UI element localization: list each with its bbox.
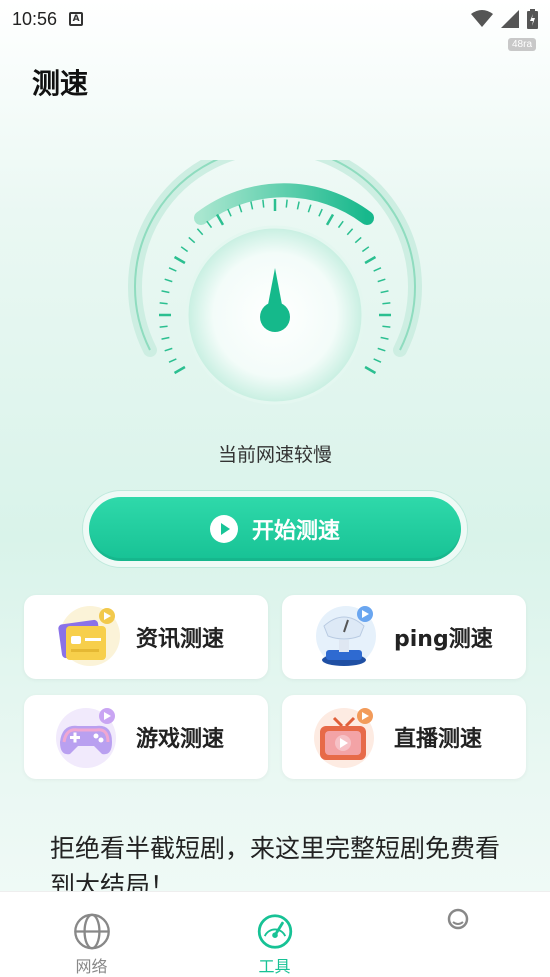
gauge-tick	[318, 208, 323, 217]
gauge-tick	[168, 267, 177, 272]
tool-card-ping[interactable]: ping测速	[282, 595, 526, 679]
gauge-tick	[215, 213, 225, 226]
status-time: 10:56	[12, 8, 58, 29]
start-test-label: 开始测速	[251, 519, 340, 544]
gauge-tick	[373, 358, 382, 363]
gauge-tick	[168, 358, 177, 363]
status-badge: 48ra	[507, 38, 536, 51]
gauge-tick	[173, 255, 186, 265]
gauge-tick	[173, 365, 186, 375]
gauge-tick	[161, 336, 170, 340]
tool-card-live[interactable]: 直播测速	[282, 695, 526, 779]
status-icons	[471, 9, 538, 29]
gauge-tick	[373, 267, 382, 272]
gauge-tick	[196, 228, 204, 236]
tool-card-game[interactable]: 游戏测速	[24, 695, 268, 779]
gauge-tick	[262, 199, 265, 208]
play-icon	[209, 515, 238, 543]
tool-label-live: 直播测速	[394, 727, 483, 752]
gauge-tick	[346, 228, 354, 236]
gauge-tick	[382, 302, 391, 305]
tv-live-icon	[314, 708, 374, 768]
gauge-tick	[285, 199, 288, 208]
gauge-tick	[250, 201, 254, 210]
signal-icon	[501, 10, 519, 28]
tab-network[interactable]: 网络	[0, 892, 183, 977]
gauge-tick	[296, 201, 300, 210]
gauge-tick	[361, 246, 370, 253]
gauge-tick	[164, 347, 173, 352]
gauge-tick	[227, 208, 232, 217]
globe-icon	[73, 913, 110, 950]
tab-tools[interactable]: 工具	[183, 892, 366, 977]
tool-label-news: 资讯测速	[136, 627, 225, 652]
gamepad-icon	[56, 708, 116, 768]
page-title: 测速	[32, 67, 89, 100]
status-bar: 10:56 A	[0, 0, 550, 38]
gauge-tick	[380, 290, 389, 294]
news-card-icon	[58, 606, 120, 666]
gauge-tick	[377, 278, 386, 283]
gauge-tick	[354, 236, 362, 244]
tab-tools-label: 工具	[258, 957, 291, 976]
gauge-tick	[159, 302, 168, 305]
notification-icon: A	[69, 12, 84, 26]
gauge-tick	[161, 290, 170, 294]
gauge-tick	[325, 213, 335, 226]
gauge-tick	[364, 255, 377, 265]
scale-ping-icon	[316, 606, 376, 666]
gauge-tick	[206, 220, 213, 229]
gauge-tick	[380, 336, 389, 340]
gauge-tick	[382, 325, 391, 328]
gauge-tick	[164, 278, 173, 283]
start-test-button[interactable]: 开始测速	[89, 497, 461, 561]
tool-card-news[interactable]: 资讯测速	[24, 595, 268, 679]
gauge-tick	[337, 220, 344, 229]
tool-label-game: 游戏测速	[136, 727, 225, 752]
speed-gauge	[128, 160, 422, 405]
start-button-frame: 开始测速	[82, 490, 468, 568]
tool-label-ping: ping测速	[394, 627, 493, 652]
gauge-tick	[364, 365, 377, 375]
gauge-tick	[307, 204, 312, 213]
gauge-tick	[188, 236, 196, 244]
battery-icon	[527, 9, 538, 29]
speed-status-text: 当前网速较慢	[217, 444, 332, 466]
bottom-tab-bar: 网络 工具	[0, 891, 550, 977]
wifi-icon	[471, 10, 493, 27]
tab-me[interactable]	[366, 892, 549, 977]
gauge-tick	[180, 246, 189, 253]
gauge-tick	[377, 347, 386, 352]
me-icon	[447, 908, 468, 930]
tab-network-label: 网络	[75, 957, 108, 976]
speedometer-icon	[257, 914, 292, 949]
gauge-tick	[159, 325, 168, 328]
gauge-tick	[238, 204, 243, 213]
